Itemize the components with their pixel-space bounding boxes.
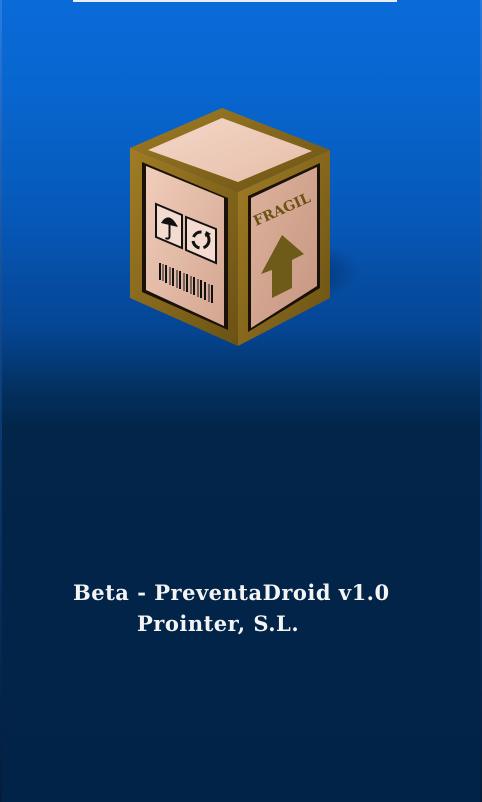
status-divider: [73, 0, 397, 2]
left-edge: [0, 0, 2, 802]
company-text: Prointer, S.L.: [137, 611, 300, 636]
splash-screen: FRAGIL Beta - PreventaDroid v1.0 Prointe…: [0, 0, 482, 802]
fragile-box-icon: FRAGIL: [130, 108, 360, 346]
version-text: Beta - PreventaDroid v1.0: [73, 580, 390, 605]
